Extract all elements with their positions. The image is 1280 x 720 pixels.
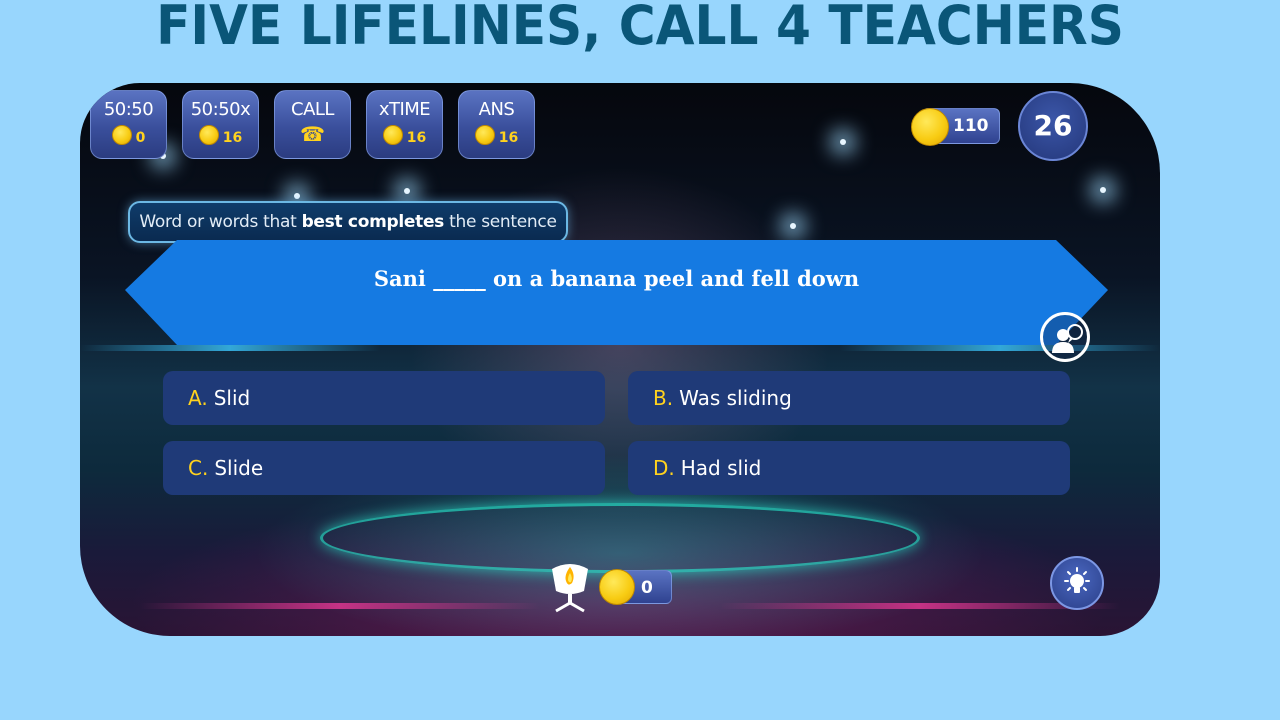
answer-letter: B. — [653, 386, 674, 410]
coin-icon — [474, 125, 495, 145]
answer-d-button[interactable]: D. Had slid — [628, 441, 1070, 495]
answer-b-button[interactable]: B. Was sliding — [628, 371, 1070, 425]
coin-balance: 110 — [911, 108, 1000, 146]
stage-rail-decoration — [140, 603, 540, 609]
phone-icon: ☎ — [300, 124, 325, 146]
question-banner: Sani _____ on a banana peel and fell dow… — [125, 240, 1108, 345]
answer-text: Was sliding — [679, 386, 792, 410]
answer-c-button[interactable]: C. Slide — [163, 441, 605, 495]
coin-icon — [198, 125, 219, 145]
answer-letter: A. — [188, 386, 208, 410]
coin-icon — [111, 125, 132, 145]
answer-text: Had slid — [680, 456, 762, 480]
spotlight-decoration — [790, 223, 796, 229]
stage-rail-decoration — [80, 345, 380, 351]
stage-rail-decoration — [840, 345, 1160, 351]
lifeline-label: xTIME — [378, 99, 431, 120]
earned-coins-value: 0 — [641, 578, 653, 598]
lifeline-cost: 16 — [406, 130, 427, 146]
answer-letter: D. — [653, 456, 675, 480]
instruction-text: Word or words that — [139, 212, 302, 232]
question-text: Sani _____ on a banana peel and fell dow… — [373, 266, 860, 291]
lifeline-label: 50:50x — [190, 99, 251, 120]
spotlight-decoration — [404, 188, 410, 194]
ask-audience-icon[interactable] — [1040, 312, 1090, 362]
earned-coins: 0 — [599, 569, 672, 605]
lifeline-call-button[interactable]: CALL ☎ — [274, 90, 351, 159]
lifeline-5050x-button[interactable]: 50:50x 16 — [182, 90, 259, 159]
lightbulb-icon[interactable] — [1050, 556, 1104, 610]
coin-icon — [911, 108, 949, 146]
coin-icon — [599, 569, 635, 605]
answer-text: Slid — [213, 386, 251, 410]
hot-seat-icon — [546, 561, 594, 613]
coin-balance-value: 110 — [953, 116, 989, 136]
stage-floor-ring — [320, 503, 920, 573]
lifeline-label: CALL — [291, 99, 334, 120]
game-stage: 50:50 0 50:50x 16 CALL ☎ xTIME 16 ANS 16… — [80, 83, 1160, 636]
lifeline-cost: 0 — [135, 130, 146, 146]
lifeline-label: ANS — [478, 99, 515, 120]
answer-text: Slide — [214, 456, 264, 480]
question-instruction: Word or words that best completes the se… — [128, 201, 568, 243]
instruction-text: the sentence — [444, 212, 557, 232]
spotlight-decoration — [840, 139, 846, 145]
spotlight-decoration — [294, 193, 300, 199]
answer-letter: C. — [188, 456, 209, 480]
instruction-emphasis: best completes — [301, 212, 445, 232]
coin-icon — [382, 125, 403, 145]
page-title: FIVE LIFELINES, CALL 4 TEACHERS — [156, 0, 1124, 57]
spotlight-decoration — [1100, 187, 1106, 193]
countdown-timer: 26 — [1018, 91, 1088, 161]
lifeline-5050-button[interactable]: 50:50 0 — [90, 90, 167, 159]
lifeline-label: 50:50 — [103, 99, 154, 120]
answer-a-button[interactable]: A. Slid — [163, 371, 605, 425]
lifeline-cost: 16 — [498, 130, 519, 146]
lifeline-cost: 16 — [222, 130, 243, 146]
lifeline-ans-button[interactable]: ANS 16 — [458, 90, 535, 159]
lifeline-xtime-button[interactable]: xTIME 16 — [366, 90, 443, 159]
